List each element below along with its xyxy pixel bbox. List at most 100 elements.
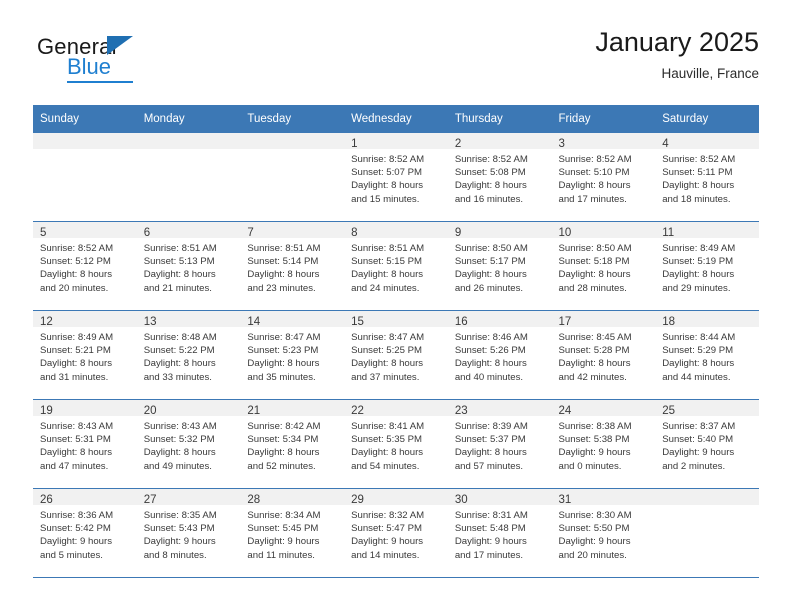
calendar-day-cell[interactable] [136, 133, 241, 222]
sunset-text: Sunset: 5:34 PM [247, 434, 319, 446]
calendar-day-cell[interactable]: 8 Sunrise: 8:51 AM Sunset: 5:15 PM Daylight… [344, 221, 448, 311]
calendar-day-cell[interactable]: 16 Sunrise: 8:46 AM Sunset: 5:26 PM Dayligh… [447, 310, 552, 400]
day-number: 22 [344, 400, 448, 417]
sunrise-text: Sunrise: 8:47 AM [247, 332, 321, 343]
calendar-day-cell[interactable]: 1 Sunrise: 8:52 AM Sunset: 5:07 PM Daylight… [344, 133, 448, 222]
day-cell-inner: 20 Sunrise: 8:43 AM Sunset: 5:32 PM Dayligh… [136, 400, 241, 488]
day-cell-inner: 22 Sunrise: 8:41 AM Sunset: 5:35 PM Dayligh… [344, 400, 448, 488]
sunset-text: Sunset: 5:18 PM [558, 256, 630, 268]
calendar-day-cell[interactable]: 26 Sunrise: 8:36 AM Sunset: 5:42 PM Dayligh… [33, 488, 137, 577]
calendar-day-cell[interactable]: 18 Sunrise: 8:44 AM Sunset: 5:29 PM Dayligh… [655, 310, 759, 400]
day-cell-inner: 12 Sunrise: 8:49 AM Sunset: 5:21 PM Dayligh… [33, 311, 137, 399]
calendar-day-cell[interactable] [655, 488, 759, 577]
sunset-text: Sunset: 5:26 PM [454, 345, 526, 357]
sunset-text: Sunset: 5:38 PM [558, 434, 630, 446]
day-cell-inner: 27 Sunrise: 8:35 AM Sunset: 5:43 PM Dayligh… [136, 489, 241, 577]
calendar-day-cell[interactable]: 25 Sunrise: 8:37 AM Sunset: 5:40 PM Dayligh… [655, 399, 759, 489]
daylight-text: and 20 minutes. [40, 282, 109, 294]
sunset-text: Sunset: 5:45 PM [247, 523, 319, 535]
calendar-day-cell[interactable]: 13 Sunrise: 8:48 AM Sunset: 5:22 PM Dayligh… [136, 310, 241, 400]
calendar-day-cell[interactable]: 21 Sunrise: 8:42 AM Sunset: 5:34 PM Dayligh… [240, 399, 345, 489]
day-details: Sunrise: 8:48 AM Sunset: 5:22 PM Daylight:… [137, 327, 241, 384]
calendar-week-row: 26 Sunrise: 8:36 AM Sunset: 5:42 PM Dayligh… [33, 488, 759, 577]
daylight-text: Daylight: 8 hours [454, 447, 527, 459]
day-details: Sunrise: 8:42 AM Sunset: 5:34 PM Daylight:… [240, 416, 344, 473]
calendar-day-cell[interactable]: 15 Sunrise: 8:47 AM Sunset: 5:25 PM Dayligh… [344, 310, 448, 400]
day-details: Sunrise: 8:30 AM Sunset: 5:50 PM Daylight:… [552, 505, 656, 562]
day-cell-inner: 31 Sunrise: 8:30 AM Sunset: 5:50 PM Dayligh… [551, 489, 656, 577]
day-number: 25 [655, 400, 759, 417]
calendar-day-cell[interactable]: 29 Sunrise: 8:32 AM Sunset: 5:47 PM Dayligh… [344, 488, 448, 577]
calendar-day-cell[interactable]: 27 Sunrise: 8:35 AM Sunset: 5:43 PM Dayligh… [136, 488, 241, 577]
daylight-text: Daylight: 8 hours [40, 269, 112, 281]
calendar-day-cell[interactable]: 20 Sunrise: 8:43 AM Sunset: 5:32 PM Dayligh… [136, 399, 241, 489]
day-details: Sunrise: 8:51 AM Sunset: 5:14 PM Daylight:… [240, 238, 344, 295]
sunrise-text: Sunrise: 8:52 AM [454, 154, 528, 165]
calendar-day-cell[interactable]: 31 Sunrise: 8:30 AM Sunset: 5:50 PM Dayligh… [551, 488, 656, 577]
calendar-day-cell[interactable]: 14 Sunrise: 8:47 AM Sunset: 5:23 PM Dayligh… [240, 310, 345, 400]
day-cell-inner: 5 Sunrise: 8:52 AM Sunset: 5:12 PM Daylight… [33, 222, 137, 310]
day-details: Sunrise: 8:45 AM Sunset: 5:28 PM Daylight:… [552, 327, 656, 384]
day-number: 27 [136, 489, 241, 506]
day-details: Sunrise: 8:47 AM Sunset: 5:23 PM Daylight:… [240, 327, 344, 384]
calendar-day-cell[interactable]: 4 Sunrise: 8:52 AM Sunset: 5:11 PM Daylight… [655, 133, 759, 222]
daylight-text: Daylight: 8 hours [351, 358, 424, 370]
day-number: 5 [33, 222, 137, 239]
calendar-day-cell[interactable] [33, 133, 137, 222]
sunset-text: Sunset: 5:23 PM [247, 345, 319, 357]
sunrise-text: Sunrise: 8:52 AM [351, 154, 425, 165]
day-details: Sunrise: 8:52 AM Sunset: 5:07 PM Daylight:… [344, 149, 448, 206]
calendar-day-cell[interactable]: 3 Sunrise: 8:52 AM Sunset: 5:10 PM Daylight… [551, 133, 656, 222]
calendar-day-cell[interactable]: 28 Sunrise: 8:34 AM Sunset: 5:45 PM Dayligh… [240, 488, 345, 577]
day-details: Sunrise: 8:50 AM Sunset: 5:18 PM Daylight:… [552, 238, 656, 295]
day-details: Sunrise: 8:49 AM Sunset: 5:21 PM Daylight:… [33, 327, 137, 384]
calendar-day-cell[interactable]: 22 Sunrise: 8:41 AM Sunset: 5:35 PM Dayligh… [344, 399, 448, 489]
calendar-grid: Sunday Monday Tuesday Wednesday Thursday… [33, 105, 759, 577]
day-number: 2 [447, 133, 552, 150]
daylight-text: and 42 minutes. [558, 371, 627, 383]
sunset-text: Sunset: 5:17 PM [454, 256, 526, 268]
calendar-day-cell[interactable]: 10 Sunrise: 8:50 AM Sunset: 5:18 PM Dayligh… [551, 221, 656, 311]
daylight-text: and 0 minutes. [558, 460, 622, 472]
sunrise-text: Sunrise: 8:32 AM [351, 510, 425, 521]
sunset-text: Sunset: 5:42 PM [40, 523, 111, 535]
calendar-day-cell[interactable]: 6 Sunrise: 8:51 AM Sunset: 5:13 PM Daylight… [136, 221, 241, 311]
sunrise-text: Sunrise: 8:42 AM [247, 421, 321, 432]
daylight-text: Daylight: 9 hours [454, 536, 527, 548]
calendar-bottom-rule [33, 577, 759, 578]
sunrise-text: Sunrise: 8:47 AM [351, 332, 425, 343]
calendar-day-cell[interactable]: 23 Sunrise: 8:39 AM Sunset: 5:37 PM Dayligh… [447, 399, 552, 489]
calendar-day-cell[interactable]: 2 Sunrise: 8:52 AM Sunset: 5:08 PM Daylight… [447, 133, 552, 222]
day-cell-inner: 1 Sunrise: 8:52 AM Sunset: 5:07 PM Daylight… [344, 133, 448, 221]
day-details: Sunrise: 8:36 AM Sunset: 5:42 PM Daylight:… [33, 505, 137, 562]
sunset-text: Sunset: 5:07 PM [351, 167, 423, 179]
sunrise-text: Sunrise: 8:34 AM [247, 510, 321, 521]
sunset-text: Sunset: 5:31 PM [40, 434, 111, 446]
weekday-header-wednesday: Wednesday [344, 105, 448, 133]
calendar-day-cell[interactable]: 9 Sunrise: 8:50 AM Sunset: 5:17 PM Daylight… [447, 221, 552, 311]
day-details: Sunrise: 8:50 AM Sunset: 5:17 PM Daylight:… [448, 238, 552, 295]
daylight-text: and 35 minutes. [247, 371, 316, 383]
calendar-day-cell[interactable] [240, 133, 345, 222]
sunset-text: Sunset: 5:32 PM [143, 434, 215, 446]
daylight-text: Daylight: 8 hours [351, 447, 424, 459]
daylight-text: Daylight: 9 hours [247, 536, 320, 548]
daylight-text: Daylight: 9 hours [143, 536, 216, 548]
calendar-day-cell[interactable]: 17 Sunrise: 8:45 AM Sunset: 5:28 PM Dayligh… [551, 310, 656, 400]
calendar-day-cell[interactable]: 11 Sunrise: 8:49 AM Sunset: 5:19 PM Dayligh… [655, 221, 759, 311]
calendar-week-row: 12 Sunrise: 8:49 AM Sunset: 5:21 PM Dayligh… [33, 310, 759, 400]
calendar-day-cell[interactable]: 12 Sunrise: 8:49 AM Sunset: 5:21 PM Dayligh… [33, 310, 137, 400]
sunrise-text: Sunrise: 8:43 AM [143, 421, 217, 432]
day-cell-inner: 21 Sunrise: 8:42 AM Sunset: 5:34 PM Dayligh… [240, 400, 345, 488]
calendar-day-cell[interactable]: 30 Sunrise: 8:31 AM Sunset: 5:48 PM Dayligh… [447, 488, 552, 577]
day-number: 8 [344, 222, 448, 239]
calendar-day-cell[interactable]: 24 Sunrise: 8:38 AM Sunset: 5:38 PM Dayligh… [551, 399, 656, 489]
day-number: 26 [33, 489, 137, 506]
calendar-day-cell[interactable]: 5 Sunrise: 8:52 AM Sunset: 5:12 PM Daylight… [33, 221, 137, 311]
sunrise-text: Sunrise: 8:52 AM [40, 243, 114, 254]
weekday-header-tuesday: Tuesday [240, 105, 345, 133]
calendar-day-cell[interactable]: 19 Sunrise: 8:43 AM Sunset: 5:31 PM Dayligh… [33, 399, 137, 489]
day-details: Sunrise: 8:41 AM Sunset: 5:35 PM Daylight:… [344, 416, 448, 473]
calendar-day-cell[interactable]: 7 Sunrise: 8:51 AM Sunset: 5:14 PM Daylight… [240, 221, 345, 311]
sunset-text: Sunset: 5:08 PM [454, 167, 526, 179]
